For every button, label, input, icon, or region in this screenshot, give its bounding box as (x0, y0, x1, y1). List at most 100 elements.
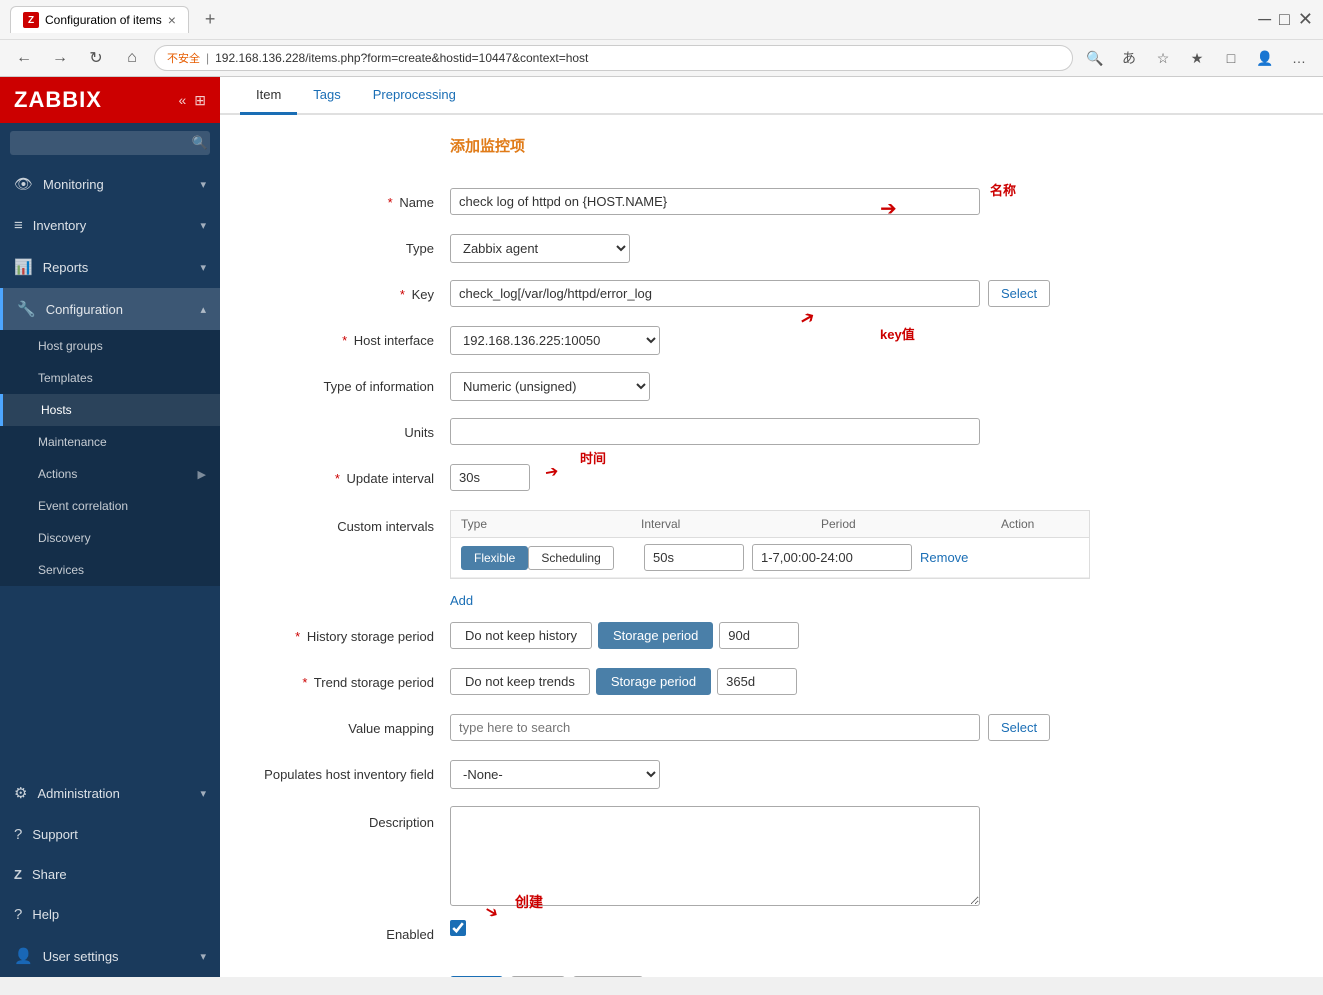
user-icon: 👤 (14, 947, 33, 965)
tab-preprocessing[interactable]: Preprocessing (357, 77, 472, 115)
sidebar-item-help[interactable]: ? Help (0, 894, 220, 935)
scheduling-button[interactable]: Scheduling (528, 546, 613, 570)
zabbix-logo: ZABBIX (14, 87, 102, 113)
sidebar-submenu-label: Maintenance (38, 435, 107, 449)
sidebar-item-reports[interactable]: 📊 Reports ▾ (0, 246, 220, 288)
close-window-button[interactable]: ✕ (1298, 9, 1313, 30)
sidebar-item-share[interactable]: Z Share (0, 855, 220, 894)
new-tab-button[interactable]: + (197, 9, 224, 30)
key-input[interactable] (450, 280, 980, 307)
sidebar-search-input[interactable] (10, 131, 210, 155)
key-select-button[interactable]: Select (988, 280, 1050, 307)
type-select[interactable]: Zabbix agent (450, 234, 630, 263)
value-mapping-select-button[interactable]: Select (988, 714, 1050, 741)
sidebar-item-host-groups[interactable]: Host groups (0, 330, 220, 362)
address-separator: | (206, 51, 209, 65)
cancel-button[interactable]: Cancel (573, 976, 643, 977)
collections-button[interactable]: □ (1217, 44, 1245, 72)
history-storage-period-button[interactable]: Storage period (598, 622, 713, 649)
sidebar-item-label: Reports (43, 260, 89, 275)
search-browser-button[interactable]: 🔍 (1081, 44, 1109, 72)
type-of-info-select[interactable]: Numeric (unsigned) (450, 372, 650, 401)
add-button[interactable]: Add (450, 976, 503, 977)
collapse-icon[interactable]: « (178, 92, 186, 109)
value-mapping-input[interactable] (450, 714, 980, 741)
address-bar[interactable]: 不安全 | 192.168.136.228/items.php?form=cre… (154, 45, 1073, 71)
sidebar-item-inventory[interactable]: ≡ Inventory ▾ (0, 205, 220, 246)
period-header: Period (821, 517, 1001, 531)
item-form: 添加监控项 * Name 名称 ➔ Type (220, 115, 1323, 977)
sidebar-item-label: Share (32, 867, 67, 882)
forward-button[interactable]: → (46, 44, 74, 72)
remove-interval-button[interactable]: Remove (920, 550, 968, 565)
sidebar-item-discovery[interactable]: Discovery (0, 522, 220, 554)
help-icon: ? (14, 906, 22, 923)
back-button[interactable]: ← (10, 44, 38, 72)
interval-value-input[interactable] (644, 544, 744, 571)
history-storage-row: * History storage period Do not keep his… (250, 622, 1293, 654)
interval-arrow: ➔ (543, 461, 560, 483)
sidebar-item-services[interactable]: Services (0, 554, 220, 586)
maximize-button[interactable]: □ (1279, 9, 1290, 30)
trend-value-input[interactable] (717, 668, 797, 695)
description-label: Description (250, 806, 450, 832)
value-mapping-label: Value mapping (250, 714, 450, 738)
sidebar-submenu-label: Actions (38, 467, 77, 481)
sidebar-item-actions[interactable]: Actions ▶ (0, 458, 220, 490)
browser-tab[interactable]: Z Configuration of items × (10, 6, 189, 33)
sidebar-item-support[interactable]: ? Support (0, 814, 220, 855)
favorites-button[interactable]: ☆ (1149, 44, 1177, 72)
browser-titlebar: Z Configuration of items × + ─ □ ✕ (0, 0, 1323, 39)
sidebar-item-maintenance[interactable]: Maintenance (0, 426, 220, 458)
sidebar-item-label: Configuration (46, 302, 123, 317)
expand-icon[interactable]: ⊞ (194, 92, 206, 109)
trend-storage-period-button[interactable]: Storage period (596, 668, 711, 695)
history-no-keep-button[interactable]: Do not keep history (450, 622, 592, 649)
sidebar-item-label: Administration (37, 786, 119, 801)
key-field: Select ➔ key值 (450, 280, 1293, 307)
enabled-checkbox[interactable] (450, 920, 466, 936)
required-star: * (335, 471, 340, 486)
description-textarea[interactable] (450, 806, 980, 906)
tab-tags[interactable]: Tags (297, 77, 356, 115)
tab-close-button[interactable]: × (168, 13, 176, 27)
tab-item[interactable]: Item (240, 77, 297, 115)
period-value-input[interactable] (752, 544, 912, 571)
sidebar-item-hosts[interactable]: Hosts (0, 394, 220, 426)
name-input[interactable] (450, 188, 980, 215)
settings-menu-button[interactable]: … (1285, 44, 1313, 72)
sidebar-logo-controls: « ⊞ (178, 92, 206, 109)
read-aloud-button[interactable]: あ (1115, 44, 1143, 72)
populates-select[interactable]: -None- (450, 760, 660, 789)
minimize-button[interactable]: ─ (1258, 9, 1271, 30)
sidebar-item-administration[interactable]: ⚙ Administration ▾ (0, 772, 220, 814)
test-button[interactable]: Test (511, 976, 565, 977)
refresh-button[interactable]: ↻ (82, 44, 110, 72)
populates-label: Populates host inventory field (250, 760, 450, 784)
sidebar: ZABBIX « ⊞ 🔍 👁 Monitoring ▾ ≡ Inventory … (0, 77, 220, 977)
sidebar-item-monitoring[interactable]: 👁 Monitoring ▾ (0, 163, 220, 205)
profile-button[interactable]: 👤 (1251, 44, 1279, 72)
home-button[interactable]: ⌂ (118, 44, 146, 72)
host-interface-select[interactable]: 192.168.136.225:10050 (450, 326, 660, 355)
trend-no-keep-button[interactable]: Do not keep trends (450, 668, 590, 695)
reports-icon: 📊 (14, 258, 33, 276)
sidebar-item-event-correlation[interactable]: Event correlation (0, 490, 220, 522)
sidebar-item-user-settings[interactable]: 👤 User settings ▾ (0, 935, 220, 977)
sidebar-submenu-label: Event correlation (38, 499, 128, 513)
update-interval-input[interactable] (450, 464, 530, 491)
main-content: Item Tags Preprocessing 添加监控项 * Name (220, 77, 1323, 977)
sidebar-item-label: Support (32, 827, 78, 842)
flexible-button[interactable]: Flexible (461, 546, 528, 570)
bookmark-button[interactable]: ★ (1183, 44, 1211, 72)
sidebar-item-configuration[interactable]: 🔧 Configuration ▴ (0, 288, 220, 330)
sidebar-item-templates[interactable]: Templates (0, 362, 220, 394)
units-input[interactable] (450, 418, 980, 445)
enabled-row: Enabled ➔ 创建 (250, 920, 1293, 952)
intervals-header: Type Interval Period Action (451, 511, 1089, 538)
add-interval-button[interactable]: Add (450, 593, 473, 608)
type-row: Type Zabbix agent (250, 234, 1293, 266)
history-value-input[interactable] (719, 622, 799, 649)
update-interval-row: * Update interval ➔ 时间 (250, 464, 1293, 496)
address-url: 192.168.136.228/items.php?form=create&ho… (215, 51, 588, 65)
